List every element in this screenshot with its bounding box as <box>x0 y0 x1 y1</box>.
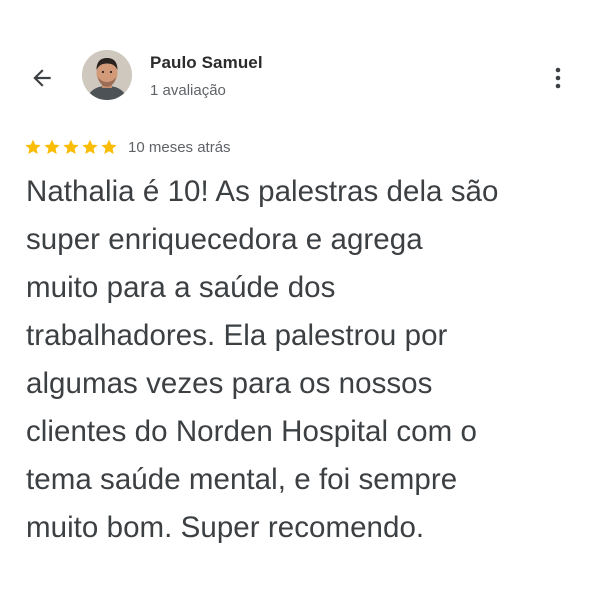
avatar-photo <box>82 50 132 100</box>
arrow-left-icon <box>33 69 51 87</box>
review-header: Paulo Samuel 1 avaliação <box>0 0 600 130</box>
review-text-line: muito bom. Super recomendo. <box>26 511 425 544</box>
star-icon <box>101 139 117 155</box>
rating-row: 10 meses atrás <box>24 136 231 158</box>
star-icon <box>82 139 98 155</box>
avatar[interactable] <box>82 50 132 100</box>
review-text-line: super enriquecedora e agrega <box>26 223 423 256</box>
review-text-line: Nathalia é 10! As palestras dela são <box>26 175 499 208</box>
author-name[interactable]: Paulo Samuel <box>150 53 263 73</box>
star-icon <box>25 139 41 155</box>
review-text: Nathalia é 10! As palestras dela são supe… <box>26 168 586 552</box>
review-count: 1 avaliação <box>150 82 226 99</box>
star-icon <box>44 139 60 155</box>
more-options-button[interactable] <box>540 58 576 98</box>
star-icon <box>63 139 79 155</box>
back-button[interactable] <box>22 58 62 98</box>
review-text-line: muito para a saúde dos <box>26 271 336 304</box>
star-rating <box>24 138 118 156</box>
review-text-line: clientes do Norden Hospital com o <box>26 415 477 448</box>
review-text-line: tema saúde mental, e foi sempre <box>26 463 458 496</box>
more-vertical-icon <box>555 67 561 89</box>
review-text-line: trabalhadores. Ela palestrou por <box>26 319 448 352</box>
review-date: 10 meses atrás <box>128 138 231 156</box>
review-text-line: algumas vezes para os nossos <box>26 367 433 400</box>
